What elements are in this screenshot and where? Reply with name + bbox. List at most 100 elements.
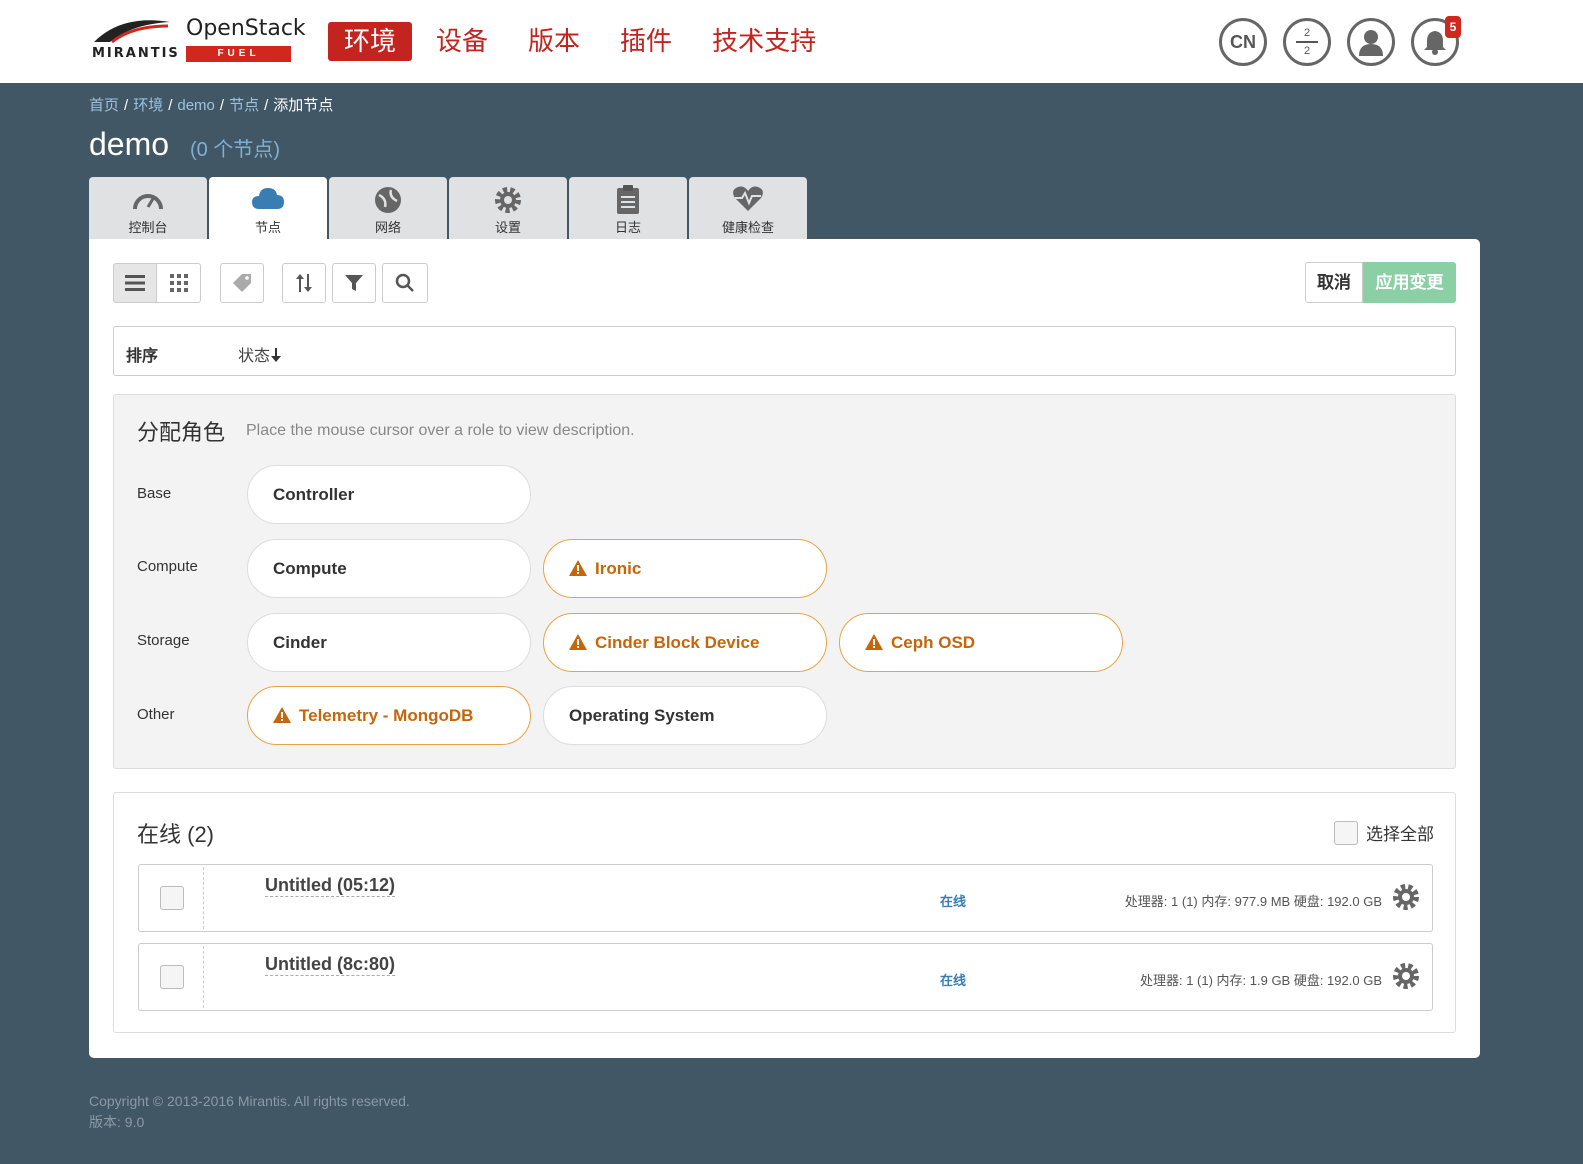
roles-hint: Place the mouse cursor over a role to vi… bbox=[246, 422, 635, 439]
node-name[interactable]: Untitled (8c:80) bbox=[265, 954, 396, 976]
language-switch-button[interactable]: CN bbox=[1219, 18, 1267, 66]
node-group-online: 在线 (2) 选择全部 Untitled (05:12) 在线 处理器: 1 (… bbox=[113, 792, 1456, 1033]
node-name[interactable]: Untitled (05:12) bbox=[265, 875, 396, 897]
nodes-panel: 取消 应用变更 排序 状态 分配角色 Place the mouse curso… bbox=[89, 239, 1480, 1058]
sort-icon bbox=[296, 274, 312, 292]
role-ceph-osd[interactable]: Ceph OSD bbox=[839, 613, 1123, 672]
node-status: 在线 bbox=[940, 894, 967, 909]
sort-button[interactable] bbox=[282, 263, 326, 303]
select-all-checkbox[interactable]: 选择全部 bbox=[1334, 820, 1434, 845]
tab-label: 日志 bbox=[614, 220, 641, 235]
breadcrumb-environments[interactable]: 环境 bbox=[133, 97, 163, 114]
divider bbox=[203, 867, 204, 929]
role-panel: 分配角色 Place the mouse cursor over a role … bbox=[113, 394, 1456, 769]
list-view-button[interactable] bbox=[113, 263, 157, 303]
node-settings-button[interactable] bbox=[1392, 962, 1420, 995]
warning-icon bbox=[865, 634, 883, 650]
select-all-label: 选择全部 bbox=[1366, 825, 1434, 844]
role-label: Telemetry - MongoDB bbox=[299, 706, 474, 725]
bell-icon bbox=[1424, 31, 1446, 55]
user-icon bbox=[1359, 30, 1383, 56]
node-group-title: 在线 (2) bbox=[137, 822, 215, 847]
tab-health-check[interactable]: 健康检查 bbox=[689, 177, 807, 239]
breadcrumb-cluster[interactable]: demo bbox=[177, 97, 215, 114]
tab-label: 健康检查 bbox=[721, 220, 774, 235]
heart-pulse-icon bbox=[689, 185, 807, 217]
labels-button[interactable] bbox=[220, 263, 264, 303]
role-group-label: Compute bbox=[137, 558, 198, 575]
role-group-label: Storage bbox=[137, 632, 190, 649]
dashboard-icon bbox=[89, 185, 207, 217]
divider bbox=[203, 946, 204, 1008]
node-specs: 处理器: 1 (1) 内存: 977.9 MB 硬盘: 192.0 GB bbox=[1124, 894, 1382, 909]
role-compute[interactable]: Compute bbox=[247, 539, 531, 598]
main-nav: 环境 设备 版本 插件 技术支持 bbox=[328, 22, 840, 61]
role-group-label: Base bbox=[137, 485, 172, 502]
cancel-button[interactable]: 取消 bbox=[1305, 262, 1363, 303]
breadcrumb-home[interactable]: 首页 bbox=[89, 97, 119, 114]
role-group-label: Other bbox=[137, 706, 175, 723]
search-button[interactable] bbox=[382, 263, 428, 303]
nav-support[interactable]: 技术支持 bbox=[696, 22, 832, 61]
nav-plugins[interactable]: 插件 bbox=[604, 22, 688, 61]
notifications-badge: 5 bbox=[1445, 16, 1461, 38]
role-controller[interactable]: Controller bbox=[247, 465, 531, 524]
warning-icon bbox=[569, 560, 587, 576]
breadcrumb-separator: / bbox=[219, 97, 225, 114]
role-cinder[interactable]: Cinder bbox=[247, 613, 531, 672]
product-sub: FUEL bbox=[186, 46, 291, 62]
arrow-down-icon bbox=[271, 348, 282, 362]
top-header: MIRANTIS OpenStack FUEL 环境 设备 版本 插件 技术支持… bbox=[0, 0, 1583, 83]
grid-icon bbox=[169, 274, 188, 292]
tab-label: 设置 bbox=[494, 220, 521, 235]
gear-icon bbox=[1393, 884, 1419, 910]
role-telemetry-mongodb[interactable]: Telemetry - MongoDB bbox=[247, 686, 531, 745]
node-checkbox[interactable] bbox=[160, 965, 184, 989]
footer: Copyright © 2013-2016 Mirantis. All righ… bbox=[89, 1091, 410, 1133]
sort-by-status[interactable]: 状态 bbox=[238, 342, 282, 366]
fraction-bar bbox=[1296, 41, 1318, 43]
tag-icon bbox=[233, 274, 251, 292]
nav-releases[interactable]: 版本 bbox=[512, 22, 596, 61]
cluster-tabs: 控制台 节点 网络 设置 日志 健康检查 bbox=[89, 177, 809, 240]
breadcrumb-nodes[interactable]: 节点 bbox=[229, 97, 259, 114]
copyright: Copyright © 2013-2016 Mirantis. All righ… bbox=[89, 1093, 410, 1109]
gear-icon bbox=[449, 185, 567, 217]
checkbox[interactable] bbox=[1334, 820, 1358, 845]
node-row[interactable]: Untitled (8c:80) 在线 处理器: 1 (1) 内存: 1.9 G… bbox=[138, 943, 1433, 1011]
node-checkbox[interactable] bbox=[160, 886, 184, 910]
gear-icon bbox=[1393, 963, 1419, 989]
nav-equipment[interactable]: 设备 bbox=[420, 22, 504, 61]
tab-label: 控制台 bbox=[128, 220, 168, 235]
breadcrumb-separator: / bbox=[124, 97, 129, 114]
nav-environments[interactable]: 环境 bbox=[328, 22, 413, 61]
apply-changes-button[interactable]: 应用变更 bbox=[1363, 262, 1456, 303]
role-label: Ironic bbox=[595, 559, 642, 578]
tab-nodes[interactable]: 节点 bbox=[209, 177, 327, 240]
globe-icon bbox=[329, 185, 447, 217]
mirantis-swoosh-icon bbox=[94, 20, 170, 44]
brand-name: MIRANTIS bbox=[92, 46, 180, 61]
sort-bar: 排序 状态 bbox=[113, 326, 1456, 376]
role-operating-system[interactable]: Operating System bbox=[543, 686, 827, 745]
role-ironic[interactable]: Ironic bbox=[543, 539, 827, 598]
role-cinder-block-device[interactable]: Cinder Block Device bbox=[543, 613, 827, 672]
page-title: demo bbox=[89, 126, 170, 162]
role-label: Ceph OSD bbox=[891, 633, 976, 652]
fuel-logo[interactable]: MIRANTIS OpenStack FUEL bbox=[90, 16, 306, 68]
user-button[interactable] bbox=[1347, 18, 1395, 66]
tab-network[interactable]: 网络 bbox=[329, 177, 447, 239]
filter-button[interactable] bbox=[332, 263, 376, 303]
tab-label: 网络 bbox=[374, 220, 401, 235]
search-icon bbox=[395, 273, 414, 292]
tab-logs[interactable]: 日志 bbox=[569, 177, 687, 239]
tab-settings[interactable]: 设置 bbox=[449, 177, 567, 239]
breadcrumb-separator: / bbox=[264, 97, 269, 114]
warning-icon bbox=[569, 634, 587, 650]
nodes-stats-button[interactable]: 2 2 bbox=[1283, 18, 1331, 66]
tab-dashboard[interactable]: 控制台 bbox=[89, 177, 207, 239]
grid-view-button[interactable] bbox=[157, 263, 201, 303]
node-settings-button[interactable] bbox=[1392, 883, 1420, 916]
nodes-stats-top: 2 bbox=[1303, 27, 1311, 39]
node-row[interactable]: Untitled (05:12) 在线 处理器: 1 (1) 内存: 977.9… bbox=[138, 864, 1433, 932]
